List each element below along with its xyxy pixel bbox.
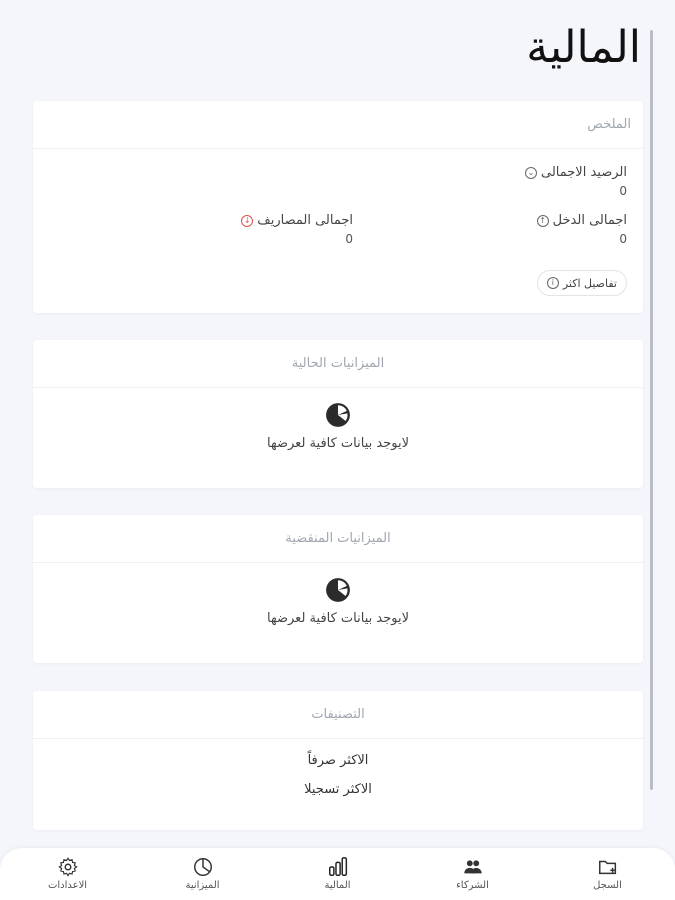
expired-budgets-header: الميزانيات المنقضية bbox=[33, 515, 643, 563]
current-budgets-card: الميزانيات الحالية لايوجد بيانات كافية ل… bbox=[33, 340, 643, 488]
total-income: اجمالى الدخل ↑ 0 bbox=[536, 213, 627, 246]
more-details-button[interactable]: تفاصيل اكثر i bbox=[536, 270, 627, 296]
summary-card: الملخص الرصيد الاجمالى ⌄ 0 اجمالى الدخل … bbox=[33, 101, 643, 313]
nav-label-partners: الشركاء bbox=[456, 880, 489, 891]
total-income-label: اجمالى الدخل bbox=[552, 213, 627, 228]
expired-budgets-card: الميزانيات المنقضية لايوجد بيانات كافية … bbox=[33, 515, 643, 663]
nav-item-settings[interactable]: الاعدادات bbox=[0, 848, 135, 900]
categories-card: التصنيفات الاكثر صرفاً الاكثر تسجيلا bbox=[33, 691, 643, 830]
scrollbar[interactable] bbox=[650, 30, 653, 790]
nav-item-partners[interactable]: الشركاء bbox=[405, 848, 540, 900]
pie-chart-icon bbox=[326, 403, 350, 427]
total-balance-value: 0 bbox=[619, 184, 627, 198]
nav-label-settings: الاعدادات bbox=[47, 880, 88, 891]
total-expenses: اجمالى المصاريف ↓ 0 bbox=[241, 213, 353, 246]
nav-item-records[interactable]: السجل bbox=[540, 848, 675, 900]
total-balance-label: الرصيد الاجمالى bbox=[541, 165, 627, 180]
arrow-up-circle-icon: ↑ bbox=[536, 214, 549, 227]
nav-label-budget: الميزانية bbox=[185, 880, 220, 891]
arrow-down-circle-icon: ↓ bbox=[241, 214, 254, 227]
current-budgets-header: الميزانيات الحالية bbox=[33, 340, 643, 388]
chevron-down-circle-icon: ⌄ bbox=[525, 166, 537, 179]
empty-state-text: لايوجد بيانات كافية لعرضها bbox=[267, 436, 409, 451]
info-circle-icon: i bbox=[546, 277, 559, 289]
nav-item-finance[interactable]: المالية bbox=[270, 848, 405, 900]
categories-header: التصنيفات bbox=[33, 691, 643, 739]
summary-header: الملخص bbox=[33, 101, 643, 149]
finance-screen: المالية الملخص الرصيد الاجمالى ⌄ 0 اجمال… bbox=[0, 0, 675, 900]
empty-state-text: لايوجد بيانات كافية لعرضها bbox=[267, 611, 409, 626]
nav-item-budget[interactable]: الميزانية bbox=[135, 848, 270, 900]
empty-state: لايوجد بيانات كافية لعرضها bbox=[33, 388, 643, 451]
total-balance: الرصيد الاجمالى ⌄ 0 bbox=[525, 165, 627, 198]
total-income-value: 0 bbox=[619, 232, 627, 246]
most-spent-link[interactable]: الاكثر صرفاً bbox=[33, 753, 643, 768]
most-recorded-link[interactable]: الاكثر تسجيلا bbox=[33, 782, 643, 797]
total-expenses-value: 0 bbox=[345, 232, 353, 246]
finance-bars-icon bbox=[328, 857, 347, 876]
bottom-nav: السجل الشركاء المالية الميزانية الاعدادا… bbox=[0, 848, 675, 900]
pie-chart-icon bbox=[326, 578, 350, 602]
nav-label-records: السجل bbox=[593, 880, 622, 891]
partners-icon bbox=[463, 860, 482, 874]
total-expenses-label: اجمالى المصاريف bbox=[257, 213, 353, 228]
pie-chart-icon bbox=[193, 858, 212, 876]
empty-state: لايوجد بيانات كافية لعرضها bbox=[33, 563, 643, 626]
more-details-label: تفاصيل اكثر bbox=[562, 276, 617, 290]
folder-add-icon bbox=[598, 860, 616, 875]
page-title: المالية bbox=[526, 22, 641, 73]
nav-label-finance: المالية bbox=[324, 880, 351, 891]
gear-icon bbox=[57, 857, 78, 877]
